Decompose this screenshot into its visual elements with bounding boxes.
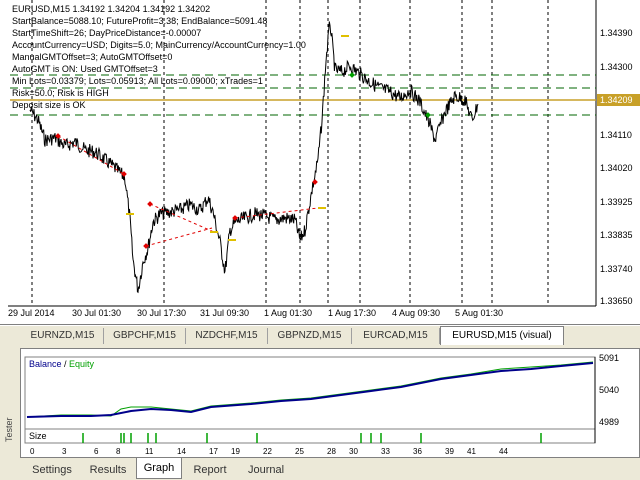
- price-tick: 1.33650: [600, 296, 633, 306]
- tab-eurusd-visual[interactable]: EURUSD,M15 (visual): [440, 326, 564, 345]
- price-tick: 1.34110: [600, 130, 632, 140]
- graph-x-tick: 0: [30, 447, 35, 456]
- graph-x-tick: 14: [177, 447, 186, 456]
- graph-x-tick: 17: [209, 447, 218, 456]
- graph-legend: Balance / Equity: [29, 359, 94, 369]
- graph-x-tick: 39: [445, 447, 454, 456]
- overlay-balance-line: StartBalance=5088.10; FutureProfit=3.38;…: [12, 16, 268, 26]
- balance-graph-canvas: [24, 356, 596, 444]
- graph-plot-frame: [24, 356, 596, 430]
- tester-side-label: Tester: [0, 346, 20, 480]
- tab-eurcad[interactable]: EURCAD,M15: [352, 328, 440, 344]
- tab-eurnzd[interactable]: EURNZD,M15: [22, 328, 104, 344]
- graph-x-tick: 11: [145, 447, 154, 456]
- graph-x-tick: 19: [231, 447, 240, 456]
- graph-x-tick: 44: [499, 447, 508, 456]
- graph-y-tick: 5091: [599, 353, 620, 363]
- tester-tab-bar: Settings Results Graph Report Journal: [20, 458, 640, 480]
- trade-marker: [147, 201, 153, 207]
- time-tick: 5 Aug 01:30: [455, 308, 504, 318]
- overlay-currency-line: AccountCurrency=USD; Digits=5.0; MainCur…: [12, 40, 306, 50]
- graph-x-tick: 22: [263, 447, 272, 456]
- graph-x-tick: 36: [413, 447, 422, 456]
- symbol-tab-bar: EURNZD,M15 GBPCHF,M15 NZDCHF,M15 GBPNZD,…: [0, 325, 640, 345]
- time-tick: 29 Jul 2014: [8, 308, 55, 318]
- tab-journal[interactable]: Journal: [238, 461, 294, 479]
- overlay-autogmt-line: AutoGMT is ON: Used GMTOffset=3: [12, 64, 158, 74]
- time-tick: 1 Aug 17:30: [328, 308, 377, 318]
- price-chart-window[interactable]: EURUSD,M15 1.34192 1.34204 1.34192 1.342…: [0, 0, 640, 325]
- trade-link: [145, 227, 213, 247]
- price-tick: 1.33740: [600, 264, 633, 274]
- graph-x-tick: 30: [349, 447, 358, 456]
- price-tick: 1.33835: [600, 230, 633, 240]
- overlay-deposit-line: Deposit size is OK: [12, 100, 86, 110]
- graph-x-tick: 41: [467, 447, 476, 456]
- trade-link: [234, 207, 319, 219]
- graph-x-tick: 3: [62, 447, 67, 456]
- tab-nzdchf[interactable]: NZDCHF,M15: [186, 328, 268, 344]
- graph-x-tick: 25: [295, 447, 304, 456]
- overlay-risk-line: Risk=50.0; Risk is HIGH: [12, 88, 109, 98]
- tester-label: Tester: [4, 417, 14, 442]
- time-tick: 30 Jul 17:30: [137, 308, 187, 318]
- tab-results[interactable]: Results: [82, 461, 134, 479]
- size-plot-frame: [24, 428, 596, 444]
- size-label: Size: [29, 431, 47, 441]
- legend-balance: Balance: [29, 359, 62, 369]
- tab-gbpchf[interactable]: GBPCHF,M15: [104, 328, 186, 344]
- overlay-timeshift-line: StartTimeShift=26; DayPriceDistance=-0.0…: [12, 28, 202, 38]
- legend-separator: /: [61, 359, 70, 369]
- price-tick: 1.33925: [600, 197, 633, 207]
- overlay-lots-line: Min Lots=0.03379; Lots=0.05913; All Lots…: [12, 76, 263, 86]
- graph-y-tick: 4989: [599, 417, 620, 427]
- price-tick: 1.34390: [600, 28, 633, 38]
- tab-gbpnzd[interactable]: GBPNZD,M15: [268, 328, 352, 344]
- time-tick: 30 Jul 01:30: [72, 308, 122, 318]
- time-tick: 4 Aug 09:30: [392, 308, 441, 318]
- current-price-tag: 1.34209: [597, 94, 640, 106]
- time-tick: 1 Aug 01:30: [264, 308, 313, 318]
- balance-line: [26, 362, 594, 418]
- legend-equity: Equity: [69, 359, 95, 369]
- tab-graph[interactable]: Graph: [136, 458, 182, 479]
- overlay-symbol-line: EURUSD,M15 1.34192 1.34204 1.34192 1.342…: [12, 4, 211, 14]
- price-tick: 1.34020: [600, 163, 633, 173]
- balance-graph-panel: Balance / Equity 5091 5040 4989 Size 0 3…: [20, 348, 640, 458]
- tab-settings[interactable]: Settings: [24, 461, 80, 479]
- graph-x-tick: 8: [116, 447, 121, 456]
- graph-x-tick: 28: [327, 447, 336, 456]
- time-tick: 31 Jul 09:30: [200, 308, 250, 318]
- graph-y-tick: 5040: [599, 385, 620, 395]
- overlay-gmt-offset-line: ManualGMTOffset=3; AutoGMTOffset=0: [12, 52, 173, 62]
- graph-x-tick: 33: [381, 447, 390, 456]
- tab-report[interactable]: Report: [184, 461, 236, 479]
- trade-marker: [349, 72, 355, 78]
- price-tick: 1.34300: [600, 62, 633, 72]
- graph-x-tick: 6: [94, 447, 99, 456]
